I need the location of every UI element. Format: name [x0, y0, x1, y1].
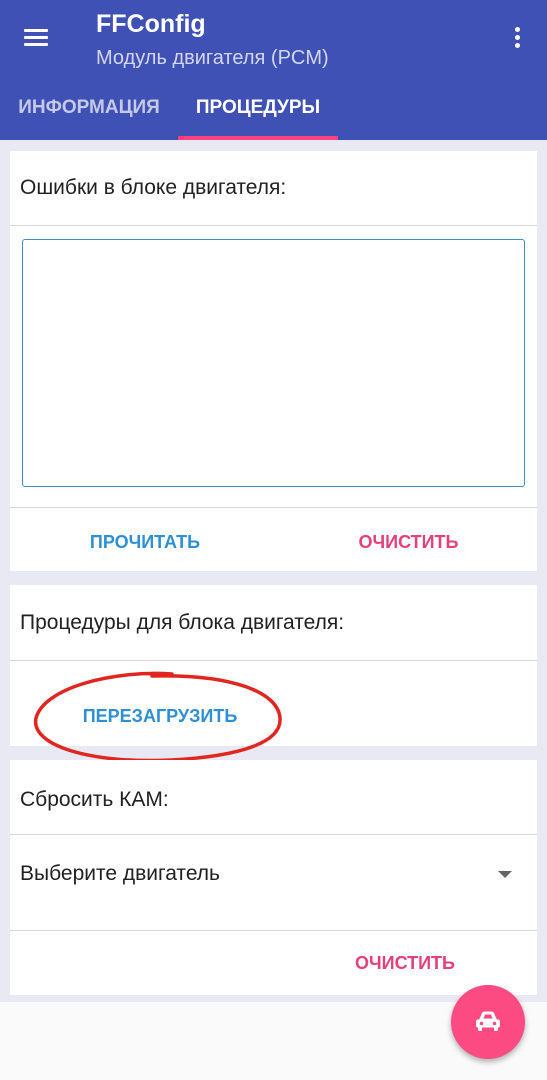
app-title: FFConfig [96, 10, 206, 38]
car-fab-button[interactable] [451, 985, 525, 1059]
errors-card-title: Ошибки в блоке двигателя: [20, 176, 287, 199]
procedures-card: Процедуры для блока двигателя: ПЕРЕЗАГРУ… [10, 585, 537, 746]
divider [10, 225, 537, 226]
divider [10, 507, 537, 508]
engine-select[interactable]: Выберите двигатель [10, 838, 537, 912]
app-bar: FFConfig Модуль двигателя (PCM) ИНФОРМАЦ… [0, 0, 547, 140]
kam-card: Сбросить КАМ: Выберите двигатель ОЧИСТИТ… [10, 760, 537, 995]
car-icon [476, 1011, 500, 1031]
divider [10, 660, 537, 661]
clear-kam-button[interactable]: ОЧИСТИТЬ [280, 938, 530, 988]
read-errors-button[interactable]: ПРОЧИТАТЬ [10, 517, 280, 567]
reboot-button[interactable]: ПЕРЕЗАГРУЗИТЬ [50, 691, 270, 741]
dropdown-arrow-icon [498, 871, 512, 878]
errors-text-area[interactable] [22, 239, 525, 487]
engine-select-value: Выберите двигатель [20, 862, 220, 885]
clear-errors-button[interactable]: ОЧИСТИТЬ [280, 517, 537, 567]
divider [10, 930, 537, 931]
errors-card: Ошибки в блоке двигателя: ПРОЧИТАТЬ ОЧИС… [10, 151, 537, 571]
hamburger-menu-icon[interactable] [22, 26, 50, 50]
more-vert-icon[interactable] [506, 24, 530, 54]
tab-information[interactable]: ИНФОРМАЦИЯ [0, 78, 178, 140]
tab-procedures[interactable]: ПРОЦЕДУРЫ [178, 78, 338, 140]
app-subtitle: Модуль двигателя (PCM) [96, 47, 329, 69]
tab-indicator [178, 136, 338, 140]
divider [10, 834, 537, 835]
kam-card-title: Сбросить КАМ: [20, 788, 169, 811]
procedures-card-title: Процедуры для блока двигателя: [20, 611, 345, 634]
